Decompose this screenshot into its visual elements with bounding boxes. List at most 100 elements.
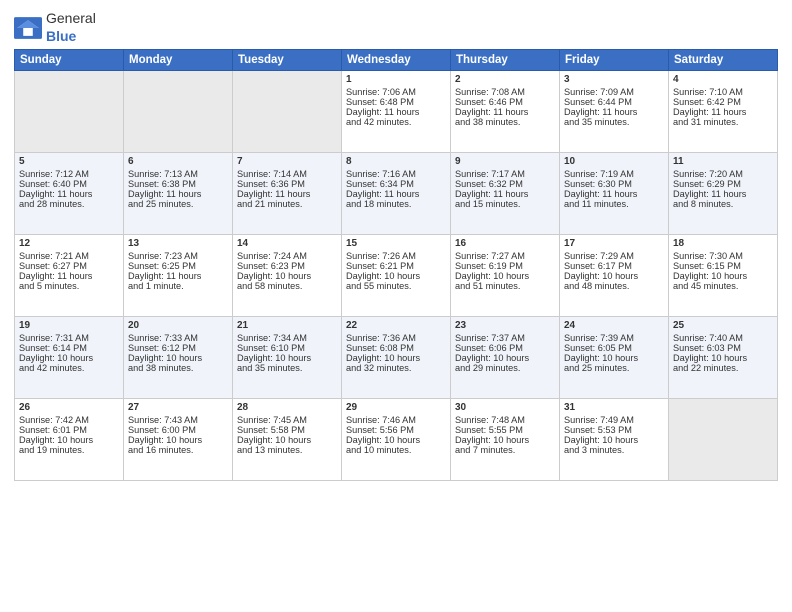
cell-info-line: Sunset: 6:21 PM [346, 261, 446, 271]
cell-info-line: Daylight: 10 hours [564, 435, 664, 445]
day-number: 15 [346, 238, 446, 249]
cell-info-line: Sunrise: 7:43 AM [128, 415, 228, 425]
cell-info-line: Sunrise: 7:42 AM [19, 415, 119, 425]
cell-info-line: Sunrise: 7:13 AM [128, 169, 228, 179]
day-number: 27 [128, 402, 228, 413]
calendar-cell: 21Sunrise: 7:34 AMSunset: 6:10 PMDayligh… [233, 317, 342, 399]
day-number: 28 [237, 402, 337, 413]
cell-info-line: Sunrise: 7:17 AM [455, 169, 555, 179]
day-number: 16 [455, 238, 555, 249]
cell-info-line: Sunset: 6:48 PM [346, 97, 446, 107]
cell-info-line: Daylight: 11 hours [19, 189, 119, 199]
cell-info-line: and 38 minutes. [455, 117, 555, 127]
cell-info-line: and 25 minutes. [564, 363, 664, 373]
cell-info-line: Sunset: 6:17 PM [564, 261, 664, 271]
weekday-header: Saturday [669, 50, 778, 71]
cell-info-line: Daylight: 11 hours [237, 189, 337, 199]
cell-info-line: Daylight: 11 hours [455, 107, 555, 117]
cell-info-line: and 22 minutes. [673, 363, 773, 373]
cell-info-line: Sunrise: 7:27 AM [455, 251, 555, 261]
cell-info-line: Sunset: 6:12 PM [128, 343, 228, 353]
cell-info-line: and 18 minutes. [346, 199, 446, 209]
calendar-cell: 16Sunrise: 7:27 AMSunset: 6:19 PMDayligh… [451, 235, 560, 317]
calendar-week-row: 26Sunrise: 7:42 AMSunset: 6:01 PMDayligh… [15, 399, 778, 481]
cell-info-line: Daylight: 11 hours [128, 189, 228, 199]
calendar-cell: 5Sunrise: 7:12 AMSunset: 6:40 PMDaylight… [15, 153, 124, 235]
day-number: 1 [346, 74, 446, 85]
logo-icon [14, 17, 42, 39]
cell-info-line: and 19 minutes. [19, 445, 119, 455]
cell-info-line: Sunrise: 7:10 AM [673, 87, 773, 97]
cell-info-line: Sunset: 6:40 PM [19, 179, 119, 189]
cell-info-line: Daylight: 10 hours [19, 435, 119, 445]
calendar-cell: 11Sunrise: 7:20 AMSunset: 6:29 PMDayligh… [669, 153, 778, 235]
day-number: 5 [19, 156, 119, 167]
cell-info-line: Daylight: 11 hours [673, 189, 773, 199]
header: General Blue [14, 10, 778, 45]
cell-info-line: Daylight: 10 hours [128, 435, 228, 445]
day-number: 4 [673, 74, 773, 85]
cell-info-line: Sunrise: 7:20 AM [673, 169, 773, 179]
cell-info-line: Sunset: 6:29 PM [673, 179, 773, 189]
cell-info-line: Sunrise: 7:49 AM [564, 415, 664, 425]
cell-info-line: Sunset: 6:10 PM [237, 343, 337, 353]
cell-info-line: and 7 minutes. [455, 445, 555, 455]
cell-info-line: Sunrise: 7:29 AM [564, 251, 664, 261]
cell-info-line: Sunset: 6:01 PM [19, 425, 119, 435]
day-number: 7 [237, 156, 337, 167]
cell-info-line: Sunrise: 7:19 AM [564, 169, 664, 179]
day-number: 13 [128, 238, 228, 249]
page-container: General Blue SundayMondayTuesdayWednesda… [0, 0, 792, 489]
cell-info-line: Sunrise: 7:16 AM [346, 169, 446, 179]
calendar-cell: 20 Sunrise: 7:33 AMSunset: 6:12 PMDayligh… [124, 317, 233, 399]
cell-info-line: and 28 minutes. [19, 199, 119, 209]
cell-info-line: Sunset: 6:00 PM [128, 425, 228, 435]
cell-info-line: Sunrise: 7:33 AM [128, 333, 228, 343]
weekday-header: Thursday [451, 50, 560, 71]
cell-info-line: Daylight: 10 hours [455, 271, 555, 281]
day-number: 30 [455, 402, 555, 413]
cell-info-line: Sunset: 6:05 PM [564, 343, 664, 353]
cell-info-line: and 35 minutes. [237, 363, 337, 373]
calendar-cell: 1Sunrise: 7:06 AMSunset: 6:48 PMDaylight… [342, 71, 451, 153]
weekday-header: Friday [560, 50, 669, 71]
calendar-cell: 2Sunrise: 7:08 AMSunset: 6:46 PMDaylight… [451, 71, 560, 153]
logo-blue: Blue [46, 28, 76, 44]
cell-info-line: Sunrise: 7:40 AM [673, 333, 773, 343]
calendar-cell: 12Sunrise: 7:21 AMSunset: 6:27 PMDayligh… [15, 235, 124, 317]
cell-info-line: Sunrise: 7:06 AM [346, 87, 446, 97]
cell-info-line: Sunrise: 7:26 AM [346, 251, 446, 261]
cell-info-line: Sunrise: 7:14 AM [237, 169, 337, 179]
cell-info-line: Sunset: 6:14 PM [19, 343, 119, 353]
cell-info-line: Daylight: 11 hours [564, 107, 664, 117]
calendar-cell: 26Sunrise: 7:42 AMSunset: 6:01 PMDayligh… [15, 399, 124, 481]
cell-info-line: Sunset: 6:32 PM [455, 179, 555, 189]
calendar-cell: 18Sunrise: 7:30 AMSunset: 6:15 PMDayligh… [669, 235, 778, 317]
cell-info-line: Daylight: 10 hours [564, 271, 664, 281]
weekday-header-row: SundayMondayTuesdayWednesdayThursdayFrid… [15, 50, 778, 71]
cell-info-line: Sunrise: 7:34 AM [237, 333, 337, 343]
cell-info-line: Daylight: 10 hours [128, 353, 228, 363]
cell-info-line: Sunset: 6:25 PM [128, 261, 228, 271]
cell-info-line: Sunrise: 7:46 AM [346, 415, 446, 425]
cell-info-line: and 29 minutes. [455, 363, 555, 373]
calendar-cell [124, 71, 233, 153]
cell-info-line: Sunrise: 7:36 AM [346, 333, 446, 343]
cell-info-line: Sunset: 6:34 PM [346, 179, 446, 189]
cell-info-line: and 38 minutes. [128, 363, 228, 373]
cell-info-line: Sunrise: 7:30 AM [673, 251, 773, 261]
cell-info-line: and 42 minutes. [346, 117, 446, 127]
cell-info-line: Daylight: 11 hours [19, 271, 119, 281]
cell-info-line: Daylight: 11 hours [564, 189, 664, 199]
cell-info-line: and 21 minutes. [237, 199, 337, 209]
cell-info-line: and 45 minutes. [673, 281, 773, 291]
day-number: 21 [237, 320, 337, 331]
calendar-cell: 29Sunrise: 7:46 AMSunset: 5:56 PMDayligh… [342, 399, 451, 481]
day-number: 20 [128, 320, 228, 331]
cell-info-line: Sunrise: 7:23 AM [128, 251, 228, 261]
calendar-cell: 3Sunrise: 7:09 AMSunset: 6:44 PMDaylight… [560, 71, 669, 153]
cell-info-line: and 15 minutes. [455, 199, 555, 209]
cell-info-line: Sunrise: 7:31 AM [19, 333, 119, 343]
cell-info-line: Daylight: 11 hours [673, 107, 773, 117]
weekday-header: Wednesday [342, 50, 451, 71]
